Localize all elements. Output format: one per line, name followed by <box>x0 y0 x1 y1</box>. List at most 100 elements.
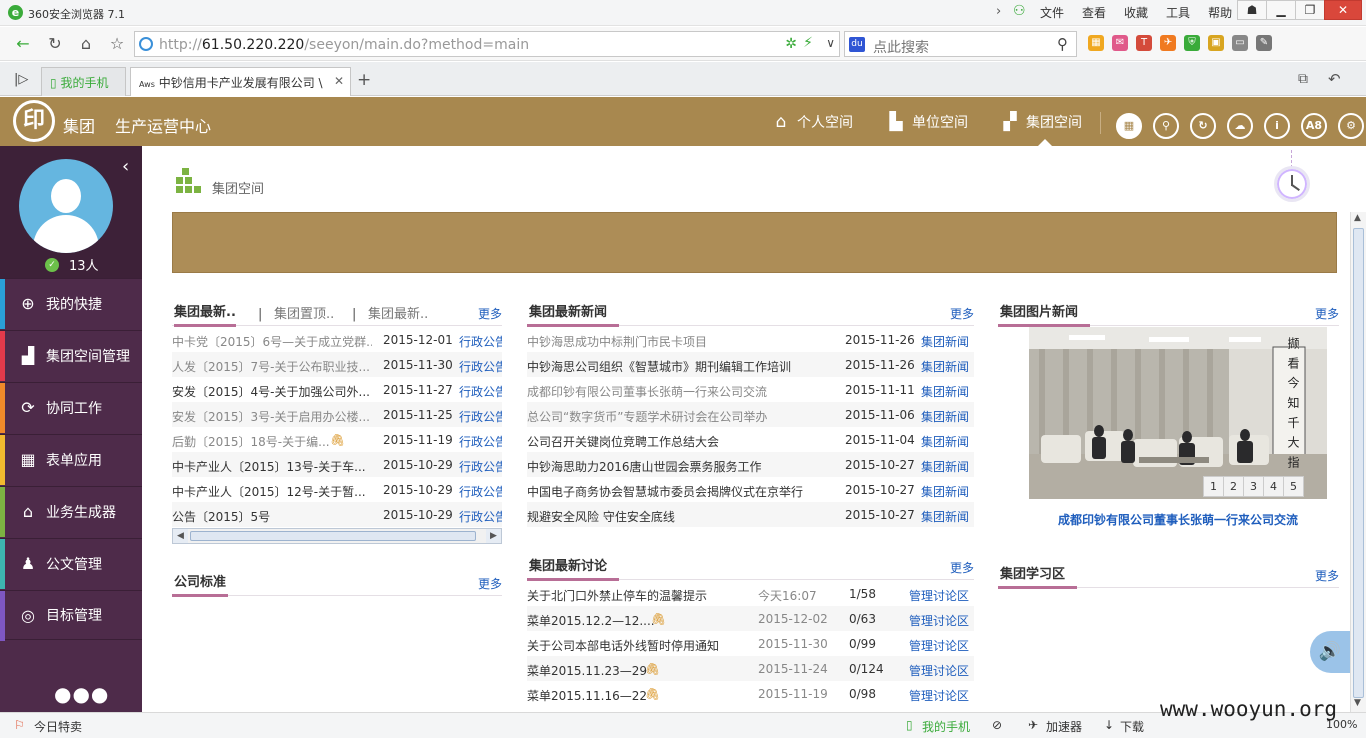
row-category[interactable]: 行政公告 <box>459 433 502 450</box>
page-scrollbar[interactable]: ▲ ▼ <box>1350 212 1366 712</box>
menu-view[interactable]: 查看 <box>1082 4 1106 21</box>
maximize-button[interactable]: ❐ <box>1295 0 1325 20</box>
clock-icon[interactable] <box>1274 166 1310 202</box>
row-category[interactable]: 行政公告 <box>459 408 502 425</box>
accelerator-icon[interactable]: ✈ <box>1028 718 1038 732</box>
refresh-icon[interactable]: ↻ <box>1190 113 1216 139</box>
search-icon[interactable]: ⚲ <box>1057 35 1068 53</box>
menu-favorites[interactable]: 收藏 <box>1124 4 1148 21</box>
speaker-icon[interactable]: 🔊 <box>1310 631 1350 673</box>
lightning-icon[interactable]: ⚡ <box>803 35 813 51</box>
tab-pinned[interactable]: 集团置顶.. <box>274 303 334 322</box>
news-row[interactable]: 总公司“数字货币”专题学术研讨会在公司举办 2015-11-06 集团新闻 <box>527 402 974 427</box>
grid-icon[interactable]: ▦ <box>1116 113 1142 139</box>
tools-icon[interactable]: ✎ <box>1256 35 1272 51</box>
news-row[interactable]: 中钞海思成功中标荆门市民卡项目 2015-11-26 集团新闻 <box>527 327 974 352</box>
online-count[interactable]: ✓ 13人 <box>45 255 99 274</box>
table-row[interactable]: 中卡产业人〔2015〕13号-关于车... 2015-10-29 行政公告 <box>172 452 502 477</box>
info-icon[interactable]: i <box>1264 113 1290 139</box>
news-category[interactable]: 集团新闻 <box>921 408 969 425</box>
menu-help[interactable]: 帮助 <box>1208 4 1232 21</box>
news-category[interactable]: 集团新闻 <box>921 483 969 500</box>
news-row[interactable]: 中钞海思助力2016唐山世园会票务服务工作 2015-10-27 集团新闻 <box>527 452 974 477</box>
col1-more-link[interactable]: 更多 <box>478 305 502 322</box>
pager-4[interactable]: 4 <box>1263 476 1284 497</box>
user-icon[interactable]: ⚇ <box>1013 3 1027 19</box>
group-news-title[interactable]: 集团最新新闻 <box>527 301 620 327</box>
row-category[interactable]: 行政公告 <box>459 483 502 500</box>
phone-icon[interactable]: ▯ <box>906 718 913 732</box>
status-download[interactable]: 下载 <box>1120 718 1144 735</box>
row-title[interactable]: 安发〔2015〕3号-关于启用办公楼... <box>172 408 372 425</box>
news-category[interactable]: 集团新闻 <box>921 433 969 450</box>
restore-tab-icon[interactable]: ⧉ <box>1298 71 1308 87</box>
scroll-left-icon[interactable]: ◀ <box>173 529 188 543</box>
gift-icon[interactable]: ⚐ <box>14 718 25 732</box>
news-title[interactable]: 公司召开关键岗位竞聘工作总结大会 <box>527 433 837 450</box>
discussion-category[interactable]: 管理讨论区 <box>909 612 969 629</box>
menu-file[interactable]: 文件 <box>1040 4 1064 21</box>
discussion-category[interactable]: 管理讨论区 <box>909 637 969 654</box>
address-bar[interactable]: http://61.50.220.220/seeyon/main.do?meth… <box>134 31 840 57</box>
skin-icon[interactable]: ☗ <box>1237 0 1267 20</box>
table-row[interactable]: 安发〔2015〕4号-关于加强公司外... 2015-11-27 行政公告 <box>172 377 502 402</box>
table-row[interactable]: 后勤〔2015〕18号-关于编... 🖇 2015-11-19 行政公告 <box>172 427 502 452</box>
discussion-title[interactable]: 关于公司本部电话外线暂时停用通知 <box>527 637 727 654</box>
pager-1[interactable]: 1 <box>1203 476 1224 497</box>
app-grid-icon[interactable]: ▦ <box>1088 35 1104 51</box>
company-standards-title[interactable]: 公司标准 <box>172 571 229 597</box>
table-row[interactable]: 人发〔2015〕7号-关于公布职业技... 2015-11-30 行政公告 <box>172 352 502 377</box>
home-icon[interactable]: ⌂ <box>75 33 97 55</box>
sidebar-item-forms[interactable]: ▦ 表单应用 <box>0 434 142 485</box>
menu-tools[interactable]: 工具 <box>1166 4 1190 21</box>
discussion-title[interactable]: 菜单2015.12.2—12.... <box>527 612 727 629</box>
discussion-category[interactable]: 管理讨论区 <box>909 662 969 679</box>
news-category[interactable]: 集团新闻 <box>921 358 969 375</box>
a8-icon[interactable]: A8 <box>1301 113 1327 139</box>
nav-personal-space[interactable]: ⌂ 个人空间 <box>771 97 853 146</box>
photo-caption[interactable]: 成都印钞有限公司董事长张萌一行来公司交流 <box>1029 511 1327 528</box>
scroll-right-icon[interactable]: ▶ <box>486 529 501 543</box>
plane-icon[interactable]: ✈ <box>1160 35 1176 51</box>
pager-3[interactable]: 3 <box>1243 476 1264 497</box>
tab-active-page[interactable]: Aws 中钞信用卡产业发展有限公司 \ ✕ <box>130 67 351 96</box>
photo-news-title[interactable]: 集团图片新闻 <box>998 301 1091 327</box>
header-group-label[interactable]: 集团 <box>63 113 95 137</box>
bag-icon[interactable]: ▣ <box>1208 35 1224 51</box>
row-title[interactable]: 安发〔2015〕4号-关于加强公司外... <box>172 383 372 400</box>
row-title[interactable]: 中卡产业人〔2015〕12号-关于暂... <box>172 483 372 500</box>
row-title[interactable]: 中卡党〔2015〕6号—关于成立党群... <box>172 333 372 350</box>
row-category[interactable]: 行政公告 <box>459 358 502 375</box>
news-title[interactable]: 中钞海思助力2016唐山世园会票务服务工作 <box>527 458 837 475</box>
speed-icon[interactable]: ⊘ <box>992 718 1002 732</box>
search-box[interactable]: du 点此搜索 ⚲ <box>844 31 1077 57</box>
new-tab-icon[interactable]: + <box>357 70 371 90</box>
discussion-row[interactable]: 关于北门口外禁止停车的温馨提示 今天16:07 1/58 管理讨论区 <box>527 581 974 606</box>
header-center-label[interactable]: 生产运营中心 <box>115 113 211 137</box>
status-my-phone[interactable]: 我的手机 <box>922 718 970 735</box>
tab-latest-1[interactable]: 集团最新.. <box>174 301 236 327</box>
minimize-button[interactable]: ▁ <box>1266 0 1296 20</box>
sidebar-item-documents[interactable]: ♟ 公文管理 <box>0 538 142 589</box>
company-logo[interactable]: 印 <box>13 100 55 142</box>
discussion-category[interactable]: 管理讨论区 <box>909 687 969 704</box>
sidebar-toggle-icon[interactable]: |▷ <box>14 72 28 87</box>
discussion-category[interactable]: 管理讨论区 <box>909 587 969 604</box>
company-standards-more[interactable]: 更多 <box>478 575 502 592</box>
news-photo[interactable]: 撷 看 今 知 千 大 指 <box>1029 327 1327 499</box>
row-category[interactable]: 行政公告 <box>459 383 502 400</box>
news-row[interactable]: 成都印钞有限公司董事长张萌一行来公司交流 2015-11-11 集团新闻 <box>527 377 974 402</box>
download-icon[interactable]: ↓ <box>1104 718 1114 732</box>
table-row[interactable]: 中卡党〔2015〕6号—关于成立党群... 2015-12-01 行政公告 <box>172 327 502 352</box>
undo-close-icon[interactable]: ↶ <box>1328 70 1341 88</box>
chevron-right-icon[interactable]: › <box>996 4 1001 19</box>
news-row[interactable]: 规避安全风险 守住安全底线 2015-10-27 集团新闻 <box>527 502 974 527</box>
pager-2[interactable]: 2 <box>1223 476 1244 497</box>
table-row[interactable]: 中卡产业人〔2015〕12号-关于暂... 2015-10-29 行政公告 <box>172 477 502 502</box>
collapse-sidebar-icon[interactable]: ‹ <box>122 156 129 177</box>
news-row[interactable]: 中国电子商务协会智慧城市委员会揭牌仪式在京举行 2015-10-27 集团新闻 <box>527 477 974 502</box>
news-title[interactable]: 规避安全风险 守住安全底线 <box>527 508 837 525</box>
sidebar-item-collaboration[interactable]: ⟳ 协同工作 <box>0 382 142 433</box>
shield-icon[interactable]: ⛨ <box>1184 35 1200 51</box>
discussion-title[interactable]: 菜单2015.11.16—22 <box>527 687 727 704</box>
